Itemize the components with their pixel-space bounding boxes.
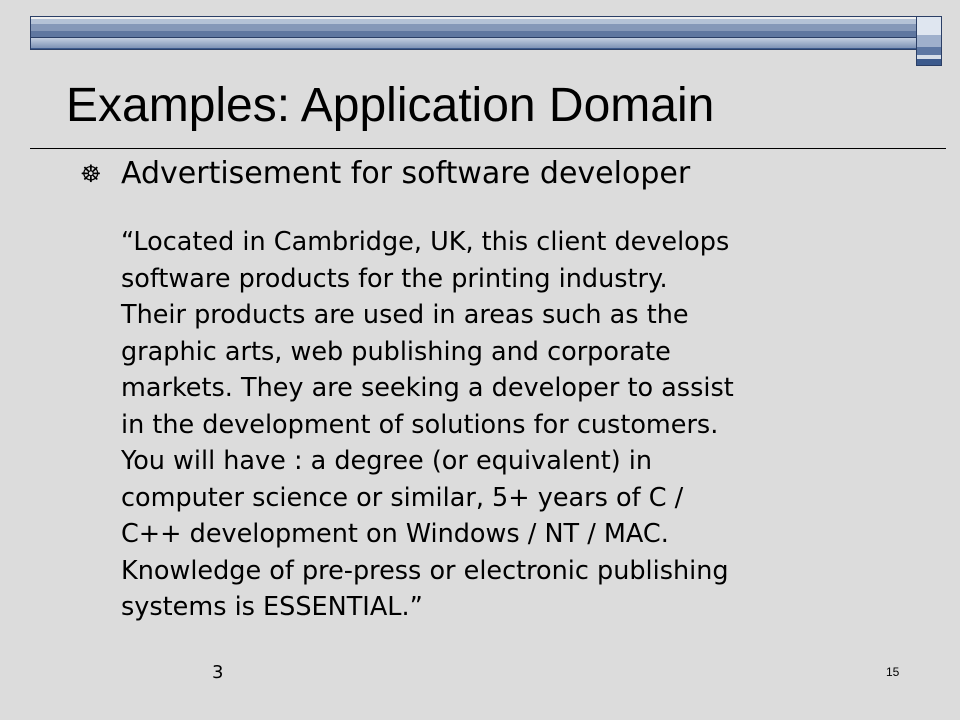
quote-line: markets. They are seeking a developer to… — [121, 373, 734, 403]
quote-line: graphic arts, web publishing and corpora… — [121, 336, 671, 367]
quote-line: You will have : a degree (or equivalent)… — [121, 446, 653, 476]
quote-line: software products for the printing indus… — [121, 263, 668, 294]
title-divider — [30, 148, 946, 149]
quote-line: C++ development on Windows / NT / MAC. — [121, 519, 669, 549]
header-band-stripe — [31, 37, 916, 48]
quote-line: systems is ESSENTIAL.” — [121, 592, 423, 622]
quote-line: Knowledge of pre-press or electronic pub… — [121, 555, 729, 586]
quote-line: Their products are used in areas such as… — [121, 300, 689, 330]
header-corner-decoration — [916, 16, 942, 66]
quote-line: “Located in Cambridge, UK, this client d… — [121, 227, 730, 257]
bullet-heading: Advertisement for software developer — [121, 156, 691, 191]
header-decoration-band — [30, 16, 917, 50]
quote-line: in the development of solutions for cust… — [121, 409, 719, 440]
page-number: 15 — [886, 665, 900, 679]
job-advertisement-quote: “Located in Cambridge, UK, this client d… — [121, 224, 921, 626]
footer-text: 3 — [212, 662, 224, 683]
slide-title: Examples: Application Domain — [66, 79, 715, 132]
quote-line: computer science or similar, 5+ years of… — [121, 482, 684, 513]
wheel-bullet-icon: ☸ — [80, 160, 102, 188]
